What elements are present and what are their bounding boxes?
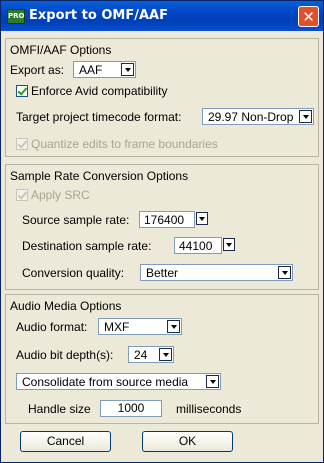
src-options-section: Sample Rate Conversion Options Apply SRC… <box>5 164 319 290</box>
timecode-format-label: Target project timecode format: <box>16 110 182 124</box>
pro-tools-app-icon: PRO <box>7 9 25 24</box>
timecode-format-value: 29.97 Non-Drop <box>208 110 294 124</box>
title-bar[interactable]: PRO Export to OMF/AAF ✕ <box>1 1 323 31</box>
chevron-down-icon <box>299 110 312 123</box>
dest-rate-select[interactable]: 44100 <box>174 237 235 254</box>
quality-label: Conversion quality: <box>22 266 125 280</box>
source-rate-label: Source sample rate: <box>22 213 130 227</box>
audio-format-label: Audio format: <box>16 320 88 334</box>
quantize-edits-checkbox[interactable] <box>16 138 28 150</box>
dest-rate-value: 44100 <box>179 239 213 253</box>
quantize-edits-label[interactable]: Quantize edits to frame boundaries <box>31 137 218 151</box>
chevron-down-icon <box>223 238 235 251</box>
audio-options-header: Audio Media Options <box>10 299 122 313</box>
cancel-button[interactable]: Cancel <box>20 431 111 452</box>
bit-depth-value: 24 <box>134 348 148 362</box>
close-icon: ✕ <box>302 8 315 26</box>
source-rate-value: 176400 <box>144 213 185 227</box>
omf-options-section: OMFI/AAF Options Export as: AAF Enforce … <box>5 38 319 157</box>
source-rate-select[interactable]: 176400 <box>139 211 208 228</box>
chevron-down-icon <box>121 63 134 76</box>
chevron-down-icon <box>167 320 180 333</box>
enforce-avid-label[interactable]: Enforce Avid compatibility <box>31 84 168 98</box>
ok-button[interactable]: OK <box>142 431 233 452</box>
audio-format-select[interactable]: MXF <box>98 318 182 335</box>
timecode-format-select[interactable]: 29.97 Non-Drop <box>202 108 314 125</box>
quality-select[interactable]: Better <box>140 264 293 281</box>
handle-size-label: Handle size <box>28 402 91 416</box>
handle-size-input[interactable]: 1000 <box>100 400 162 417</box>
export-omf-aaf-dialog: PRO Export to OMF/AAF ✕ OMFI/AAF Options… <box>0 0 324 463</box>
apply-src-label[interactable]: Apply SRC <box>31 188 90 202</box>
handle-size-unit: milliseconds <box>176 402 242 416</box>
audio-options-section: Audio Media Options Audio format: MXF Au… <box>5 294 319 424</box>
omf-options-header: OMFI/AAF Options <box>10 43 112 57</box>
bit-depth-select[interactable]: 24 <box>128 346 174 363</box>
audio-format-value: MXF <box>104 320 130 334</box>
src-options-header: Sample Rate Conversion Options <box>10 169 189 183</box>
chevron-down-icon <box>206 375 219 388</box>
chevron-down-icon <box>278 266 291 279</box>
bit-depth-label: Audio bit depth(s): <box>16 348 114 362</box>
consolidate-select[interactable]: Consolidate from source media <box>16 373 221 390</box>
consolidate-value: Consolidate from source media <box>22 375 189 389</box>
enforce-avid-checkbox[interactable] <box>16 85 28 97</box>
chevron-down-icon <box>196 212 208 225</box>
window-title: Export to OMF/AAF <box>29 8 168 23</box>
export-as-value: AAF <box>79 63 103 77</box>
export-as-label: Export as: <box>10 63 65 77</box>
close-button[interactable]: ✕ <box>298 6 319 27</box>
export-as-select[interactable]: AAF <box>73 61 136 78</box>
apply-src-checkbox[interactable] <box>16 189 28 201</box>
chevron-down-icon <box>159 348 172 361</box>
quality-value: Better <box>146 266 179 280</box>
dest-rate-label: Destination sample rate: <box>22 239 152 253</box>
